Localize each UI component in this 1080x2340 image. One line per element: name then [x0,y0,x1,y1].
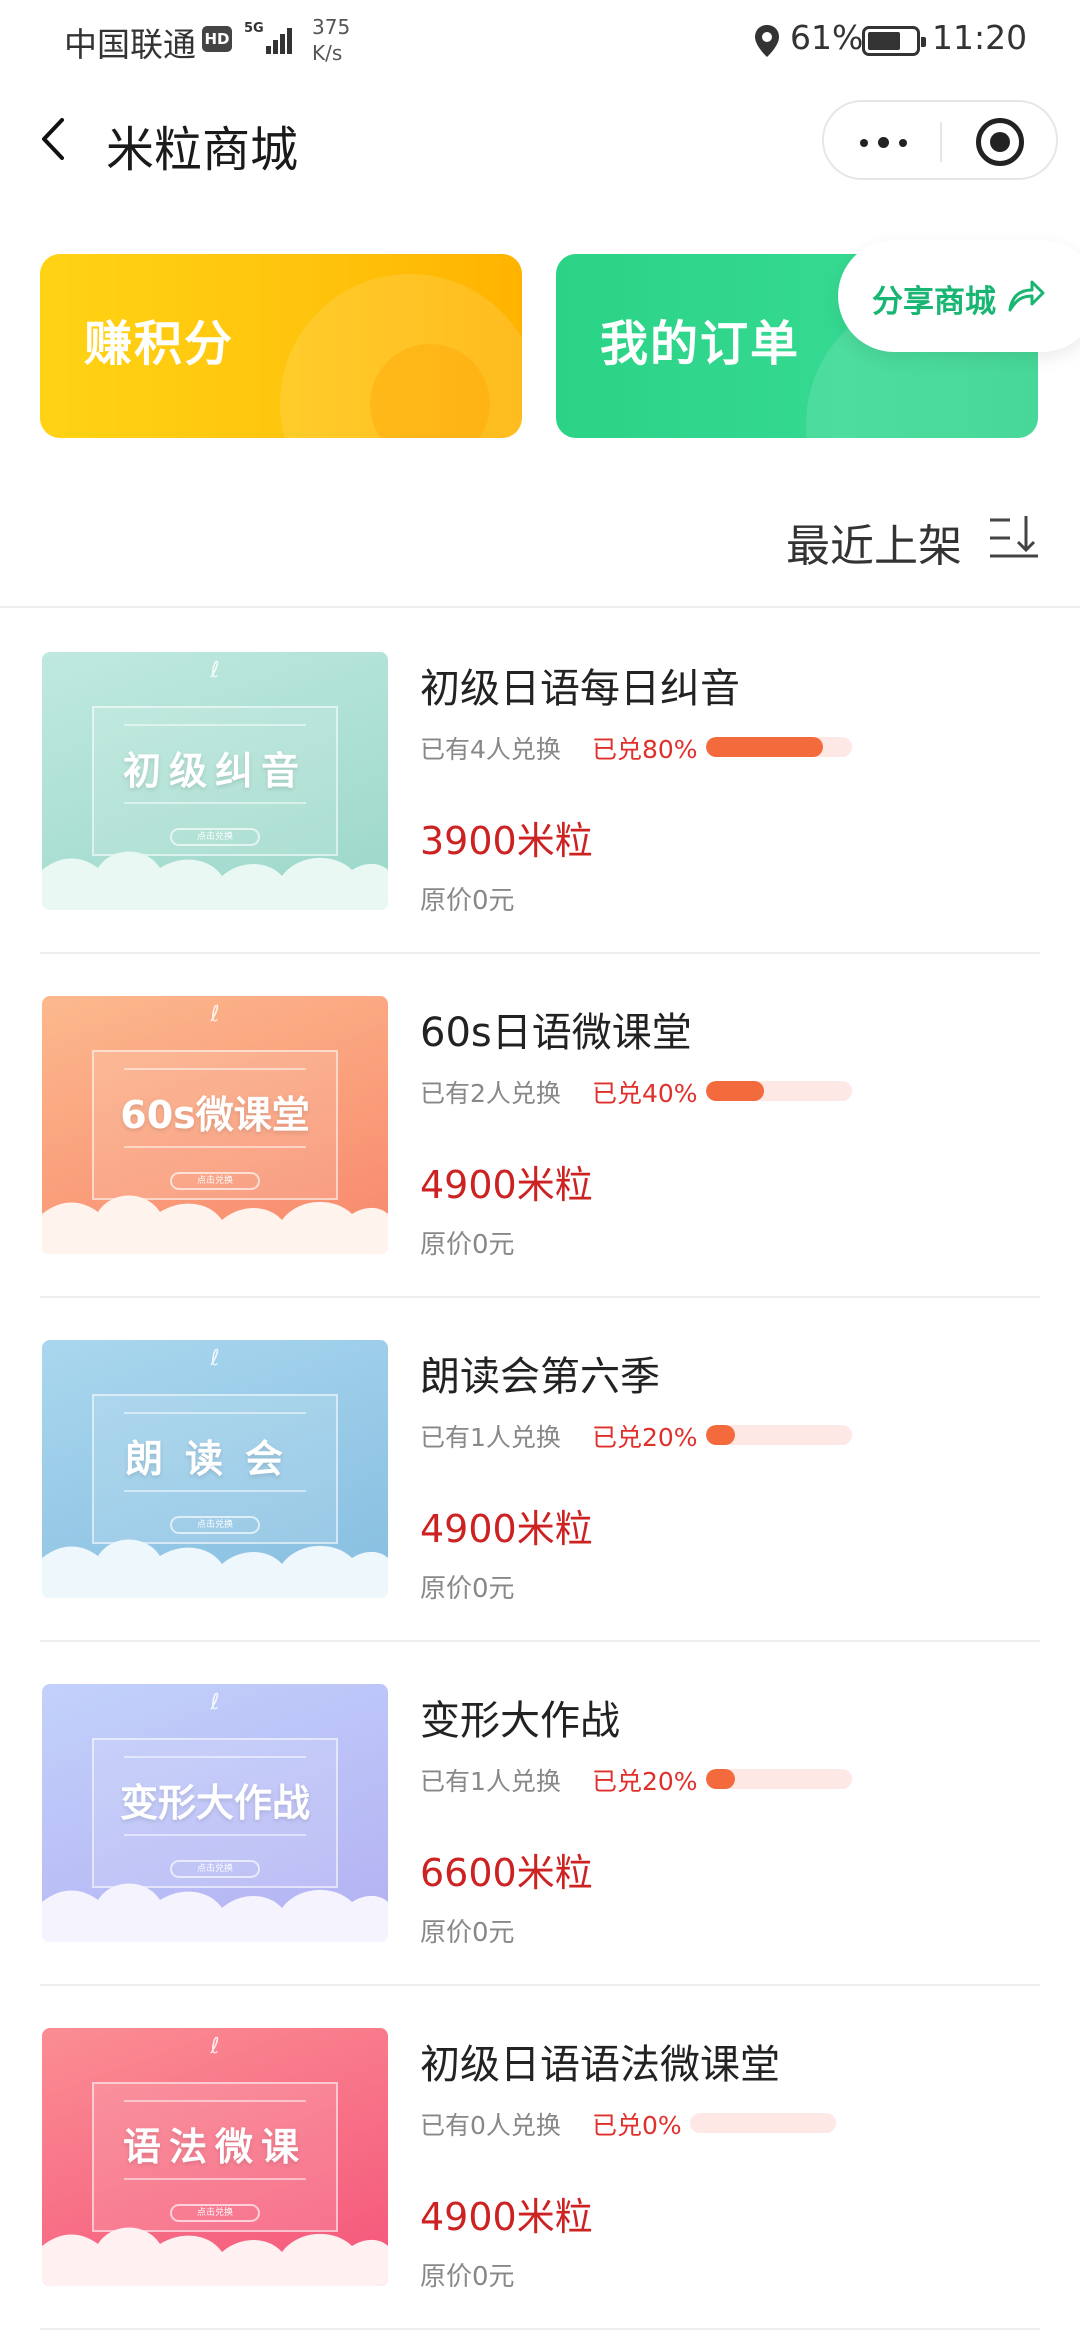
thumbnail-rule [124,2100,306,2102]
product-price: 3900米粒 [420,819,593,863]
exchange-rate: 已兑0% [592,2111,682,2140]
exchange-count: 已有4人兑换 [420,735,561,764]
exchange-progress-bar [690,2113,836,2133]
exchange-progress-fill [706,1425,736,1445]
exchange-count: 已有1人兑换 [420,1767,561,1796]
signal-icon [266,24,298,54]
sort-option-label[interactable]: 最近上架 [786,510,962,574]
brand-logo-icon: ℓ [210,1346,220,1371]
exchange-rate: 已兑20% [592,1423,698,1452]
more-dots-icon[interactable] [854,128,914,156]
product-item[interactable]: ℓ 朗读会 点击兑换 朗读会第六季 已有1人兑换 已兑20% 4900米粒 原价… [0,1298,1080,1642]
exchange-rate: 已兑80% [592,735,698,764]
network-speed-value: 375 [312,15,351,39]
product-price: 4900米粒 [420,2195,593,2239]
capsule-divider [940,122,942,162]
product-item[interactable]: ℓ 60s微课堂 点击兑换 60s日语微课堂 已有2人兑换 已兑40% 4900… [0,954,1080,1298]
status-bar: 中国联通 HD 5G 375 K/s 61% 11:20 [0,0,1080,84]
hd-badge: HD [202,26,232,52]
share-mall-label: 分享商城 [872,284,996,320]
network-type: 5G [244,21,264,36]
cloud-decoration [42,1195,388,1254]
product-thumbnail: ℓ 初级纠音 点击兑换 [42,652,388,910]
original-price: 原价0元 [420,886,515,916]
product-item[interactable]: ℓ 变形大作战 点击兑换 变形大作战 已有1人兑换 已兑20% 6600米粒 原… [0,1642,1080,1986]
exchange-progress-fill [706,737,823,757]
network-speed: 375 K/s [312,14,350,66]
exchange-progress-bar [706,1769,852,1789]
cloud-decoration [42,1539,388,1598]
miniprogram-capsule [822,100,1058,180]
brand-logo-icon: ℓ [210,2034,220,2059]
exchange-count: 已有1人兑换 [420,1423,561,1452]
earn-points-card[interactable]: 赚积分 [40,254,522,438]
product-item[interactable]: ℓ 语法微课 点击兑换 初级日语语法微课堂 已有0人兑换 已兑0% 4900米粒… [0,1986,1080,2330]
product-name: 朗读会第六季 [420,1354,660,1400]
battery-percent: 61% [790,18,864,57]
exchange-progress-bar [706,737,852,757]
exchange-rate: 已兑20% [592,1767,698,1796]
product-item[interactable]: ℓ 初级纠音 点击兑换 初级日语每日纠音 已有4人兑换 已兑80% 3900米粒… [0,610,1080,954]
thumbnail-rule [124,1068,306,1070]
product-price: 6600米粒 [420,1851,593,1895]
brand-logo-icon: ℓ [210,658,220,683]
cloud-decoration [42,851,388,910]
thumbnail-rule [124,1834,306,1836]
exchange-progress-bar [706,1425,852,1445]
product-thumbnail: ℓ 朗读会 点击兑换 [42,1340,388,1598]
product-name: 初级日语语法微课堂 [420,2042,780,2088]
thumbnail-rule [124,1756,306,1758]
thumbnail-rule [124,2178,306,2180]
section-divider [0,606,1080,608]
page-title: 米粒商城 [106,122,299,178]
thumbnail-rule [124,1490,306,1492]
thumbnail-rule [124,724,306,726]
close-target-icon[interactable] [976,118,1024,166]
row-divider [40,2328,1040,2330]
location-icon [755,25,779,57]
earn-points-label: 赚积分 [84,316,235,372]
product-name: 初级日语每日纠音 [420,666,740,712]
thumbnail-title: 变形大作战 [119,1781,310,1825]
original-price: 原价0元 [420,1918,515,1948]
my-orders-label: 我的订单 [600,316,801,372]
original-price: 原价0元 [420,2262,515,2292]
network-speed-unit: K/s [312,41,343,65]
exchange-rate: 已兑40% [592,1079,698,1108]
product-price: 4900米粒 [420,1507,593,1551]
sort-icon[interactable] [988,512,1040,566]
product-thumbnail: ℓ 60s微课堂 点击兑换 [42,996,388,1254]
brand-logo-icon: ℓ [210,1002,220,1027]
exchange-progress-fill [706,1769,736,1789]
share-arrow-icon [1008,280,1045,312]
clock: 11:20 [932,18,1028,57]
product-price: 4900米粒 [420,1163,593,1207]
product-thumbnail: ℓ 语法微课 点击兑换 [42,2028,388,2286]
product-name: 变形大作战 [420,1698,620,1744]
exchange-progress-bar [706,1081,852,1101]
thumbnail-rule [124,1146,306,1148]
product-name: 60s日语微课堂 [420,1010,692,1056]
original-price: 原价0元 [420,1574,515,1604]
battery-icon [862,26,926,56]
cloud-decoration [42,2227,388,2286]
back-arrow-icon[interactable] [34,114,74,164]
thumbnail-title: 初级纠音 [122,749,307,793]
exchange-count: 已有2人兑换 [420,1079,561,1108]
share-mall-button[interactable]: 分享商城 [838,240,1080,352]
thumbnail-rule [124,1412,306,1414]
thumbnail-title: 60s微课堂 [120,1093,310,1137]
thumbnail-title: 语法微课 [122,2125,307,2169]
cloud-decoration [42,1883,388,1942]
thumbnail-title: 朗读会 [124,1437,305,1481]
product-thumbnail: ℓ 变形大作战 点击兑换 [42,1684,388,1942]
thumbnail-rule [124,802,306,804]
carrier-name: 中国联通 [64,25,196,64]
exchange-progress-fill [706,1081,765,1101]
brand-logo-icon: ℓ [210,1690,220,1715]
exchange-count: 已有0人兑换 [420,2111,561,2140]
original-price: 原价0元 [420,1230,515,1260]
